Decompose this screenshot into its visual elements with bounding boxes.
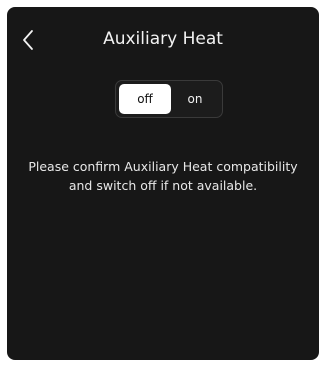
- message-line-2: and switch off if not available.: [68, 178, 258, 193]
- auxiliary-heat-toggle[interactable]: off on: [115, 80, 223, 118]
- toggle-off-option[interactable]: off: [119, 84, 171, 114]
- toggle-on-option[interactable]: on: [169, 84, 221, 114]
- auxiliary-heat-screen: Auxiliary Heat off on Please confirm Aux…: [7, 7, 319, 360]
- page-title: Auxiliary Heat: [103, 29, 223, 49]
- compatibility-message: Please confirm Auxiliary Heat compatibil…: [15, 157, 311, 195]
- message-line-1: Please confirm Auxiliary Heat compatibil…: [28, 159, 298, 174]
